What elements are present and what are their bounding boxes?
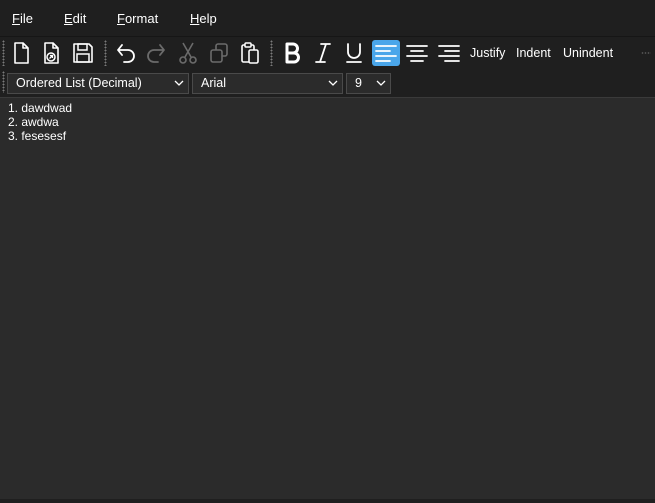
text-editor[interactable]: 1. dawdwad 2. awdwa 3. fesesesf [0, 98, 655, 499]
font-size-value: 9 [355, 76, 362, 90]
open-file-button[interactable] [37, 39, 65, 67]
status-bar [0, 499, 655, 503]
font-size-select[interactable]: 9 [346, 73, 391, 94]
menu-file-mnemonic: F [12, 11, 20, 26]
menu-format[interactable]: Format [117, 11, 158, 26]
redo-icon [147, 44, 165, 63]
paste-icon [241, 42, 259, 64]
bold-button[interactable] [278, 39, 306, 67]
menu-edit-mnemonic: E [64, 11, 73, 26]
font-family-value: Arial [201, 76, 227, 90]
menu-help[interactable]: Help [190, 11, 217, 26]
undo-button[interactable] [112, 39, 140, 67]
justify-button[interactable]: Justify [470, 46, 505, 60]
cut-icon [179, 42, 197, 64]
align-left-icon [375, 45, 397, 62]
toolbar-overflow-indicator [641, 52, 651, 54]
font-family-select[interactable]: Arial [192, 73, 343, 94]
cut-button[interactable] [174, 39, 202, 67]
toolbar-separator [104, 40, 107, 66]
menu-bar: File Edit Format Help [0, 0, 655, 36]
menu-help-mnemonic: H [190, 11, 200, 26]
list-item[interactable]: 1. dawdwad [8, 101, 72, 115]
align-center-button[interactable] [403, 39, 431, 67]
new-file-icon [14, 42, 29, 64]
align-center-icon [406, 45, 428, 62]
copy-button[interactable] [205, 39, 233, 67]
bold-icon [285, 42, 300, 64]
copy-icon [210, 43, 228, 63]
new-file-button[interactable] [7, 39, 35, 67]
toolbar-separator [270, 40, 273, 66]
align-left-button[interactable] [372, 40, 400, 66]
menu-format-mnemonic: F [117, 11, 125, 26]
menu-edit[interactable]: Edit [64, 11, 86, 26]
save-button[interactable] [69, 39, 97, 67]
undo-icon [117, 44, 135, 63]
underline-icon [346, 43, 362, 63]
italic-icon [315, 43, 331, 63]
menu-file-label: ile [19, 11, 33, 26]
chevron-down-icon [328, 80, 338, 86]
menu-edit-label: dit [72, 11, 87, 26]
save-icon [73, 43, 93, 63]
list-item[interactable]: 3. fesesesf [8, 129, 66, 143]
italic-button[interactable] [309, 39, 337, 67]
menu-format-label: ormat [124, 11, 159, 26]
format-bar: Ordered List (Decimal) Arial 9 [0, 70, 655, 98]
indent-button[interactable]: Indent [516, 46, 551, 60]
list-style-select[interactable]: Ordered List (Decimal) [7, 73, 189, 94]
chevron-down-icon [174, 80, 184, 86]
menu-file[interactable]: File [12, 11, 33, 26]
open-file-icon [44, 42, 59, 64]
toolbar-grip[interactable] [2, 40, 5, 66]
list-style-value: Ordered List (Decimal) [16, 76, 142, 90]
chevron-down-icon [376, 80, 386, 86]
unindent-button[interactable]: Unindent [563, 46, 613, 60]
format-bar-grip[interactable] [2, 71, 5, 93]
paste-button[interactable] [236, 39, 264, 67]
align-right-icon [438, 45, 460, 62]
underline-button[interactable] [340, 39, 368, 67]
redo-button[interactable] [142, 39, 170, 67]
toolbar: Justify Indent Unindent [0, 36, 655, 70]
menu-help-label: elp [199, 11, 217, 26]
list-item[interactable]: 2. awdwa [8, 115, 59, 129]
align-right-button[interactable] [435, 39, 463, 67]
